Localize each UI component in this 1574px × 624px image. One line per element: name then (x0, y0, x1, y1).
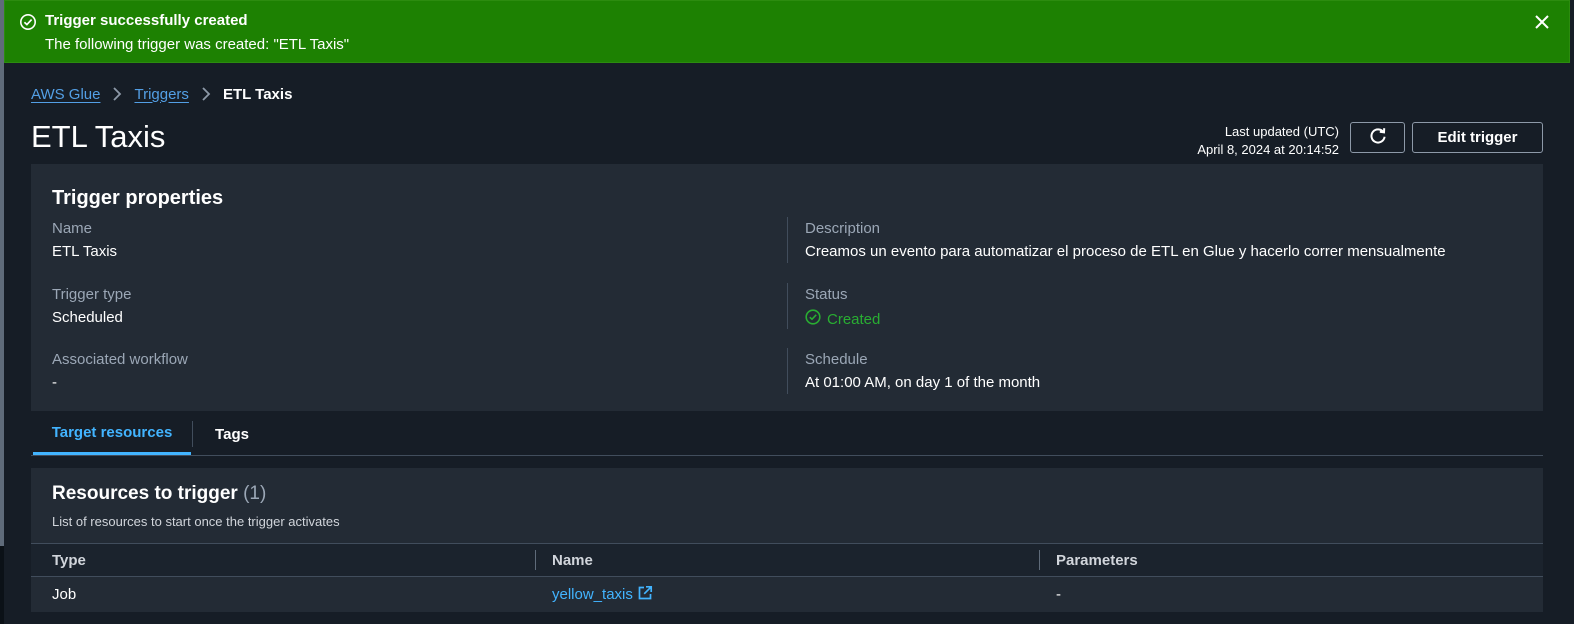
job-link-text[interactable]: yellow_taxis (552, 586, 633, 603)
column-divider (787, 348, 788, 394)
resources-panel: Resources to trigger (1) List of resourc… (31, 468, 1543, 612)
status-check-icon (805, 309, 821, 329)
breadcrumb-triggers[interactable]: Triggers (134, 86, 188, 103)
trigger-properties-panel: Trigger properties Name ETL Taxis Descri… (31, 164, 1543, 411)
prop-label: Status (805, 286, 848, 303)
prop-trigger-type: Trigger type Scheduled (52, 286, 131, 326)
column-header-name[interactable]: Name (552, 544, 593, 576)
refresh-icon (1368, 126, 1388, 150)
edit-trigger-button[interactable]: Edit trigger (1412, 122, 1543, 153)
status-text: Created (827, 310, 881, 328)
cell-parameters: - (1056, 586, 1061, 603)
prop-value: Scheduled (52, 309, 123, 326)
page-title: ETL Taxis (31, 119, 166, 154)
column-header-parameters[interactable]: Parameters (1056, 544, 1138, 576)
column-divider (787, 283, 788, 329)
last-updated: Last updated (UTC) April 8, 2024 at 20:1… (1197, 123, 1339, 159)
breadcrumb-current: ETL Taxis (222, 85, 293, 103)
resources-count: (1) (243, 483, 267, 504)
resources-heading-text: Resources to trigger (52, 483, 238, 504)
prop-schedule: Schedule At 01:00 AM, on day 1 of the mo… (805, 351, 1040, 391)
table-header: Type Name Parameters (31, 543, 1543, 577)
job-link[interactable]: yellow_taxis (552, 585, 653, 605)
prop-value: At 01:00 AM, on day 1 of the month (805, 374, 1041, 391)
tab-tags[interactable]: Tags (203, 413, 261, 455)
prop-description: Description Creamos un evento para autom… (805, 220, 1446, 260)
external-link-icon (637, 585, 653, 605)
refresh-button[interactable] (1350, 122, 1405, 153)
page: Trigger successfully created The followi… (4, 0, 1574, 624)
success-flash-banner: Trigger successfully created The followi… (4, 0, 1570, 63)
cell-type: Job (52, 586, 77, 603)
tab-bar: Target resources Tags (31, 413, 1543, 456)
chevron-right-icon (201, 87, 211, 101)
cell-name: yellow_taxis (552, 577, 653, 612)
prop-label: Schedule (805, 351, 868, 368)
prop-value: - (52, 374, 57, 391)
flash-message: The following trigger was created: "ETL … (45, 36, 350, 53)
breadcrumb-aws-glue[interactable]: AWS Glue (31, 86, 100, 103)
table-row: Job yellow_taxis - (31, 577, 1543, 612)
prop-value: Creamos un evento para automatizar el pr… (805, 243, 1446, 260)
resources-heading: Resources to trigger (1) (52, 483, 266, 505)
prop-status: Status Created (805, 286, 880, 329)
tab-target-resources[interactable]: Target resources (33, 413, 191, 455)
panel-heading: Trigger properties (52, 187, 224, 209)
column-resizer[interactable] (1039, 550, 1040, 570)
chevron-right-icon (112, 87, 122, 101)
prop-label: Associated workflow (52, 351, 188, 368)
column-resizer[interactable] (535, 550, 536, 570)
prop-value: ETL Taxis (52, 243, 118, 260)
tab-divider (192, 421, 193, 447)
last-updated-label: Last updated (UTC) (1224, 124, 1339, 139)
status-badge: Created (805, 309, 880, 329)
flash-title: Trigger successfully created (45, 12, 248, 29)
resources-description: List of resources to start once the trig… (52, 514, 340, 529)
prop-label: Trigger type (52, 286, 132, 303)
breadcrumb: AWS Glue Triggers ETL Taxis (31, 84, 292, 104)
prop-workflow: Associated workflow - (52, 351, 188, 391)
prop-label: Name (52, 220, 93, 237)
prop-name: Name ETL Taxis (52, 220, 117, 260)
last-updated-value: April 8, 2024 at 20:14:52 (1197, 142, 1339, 157)
prop-label: Description (805, 220, 881, 237)
column-header-type[interactable]: Type (52, 544, 86, 576)
success-check-icon (19, 13, 37, 36)
close-icon[interactable] (1533, 13, 1551, 36)
column-divider (787, 217, 788, 263)
